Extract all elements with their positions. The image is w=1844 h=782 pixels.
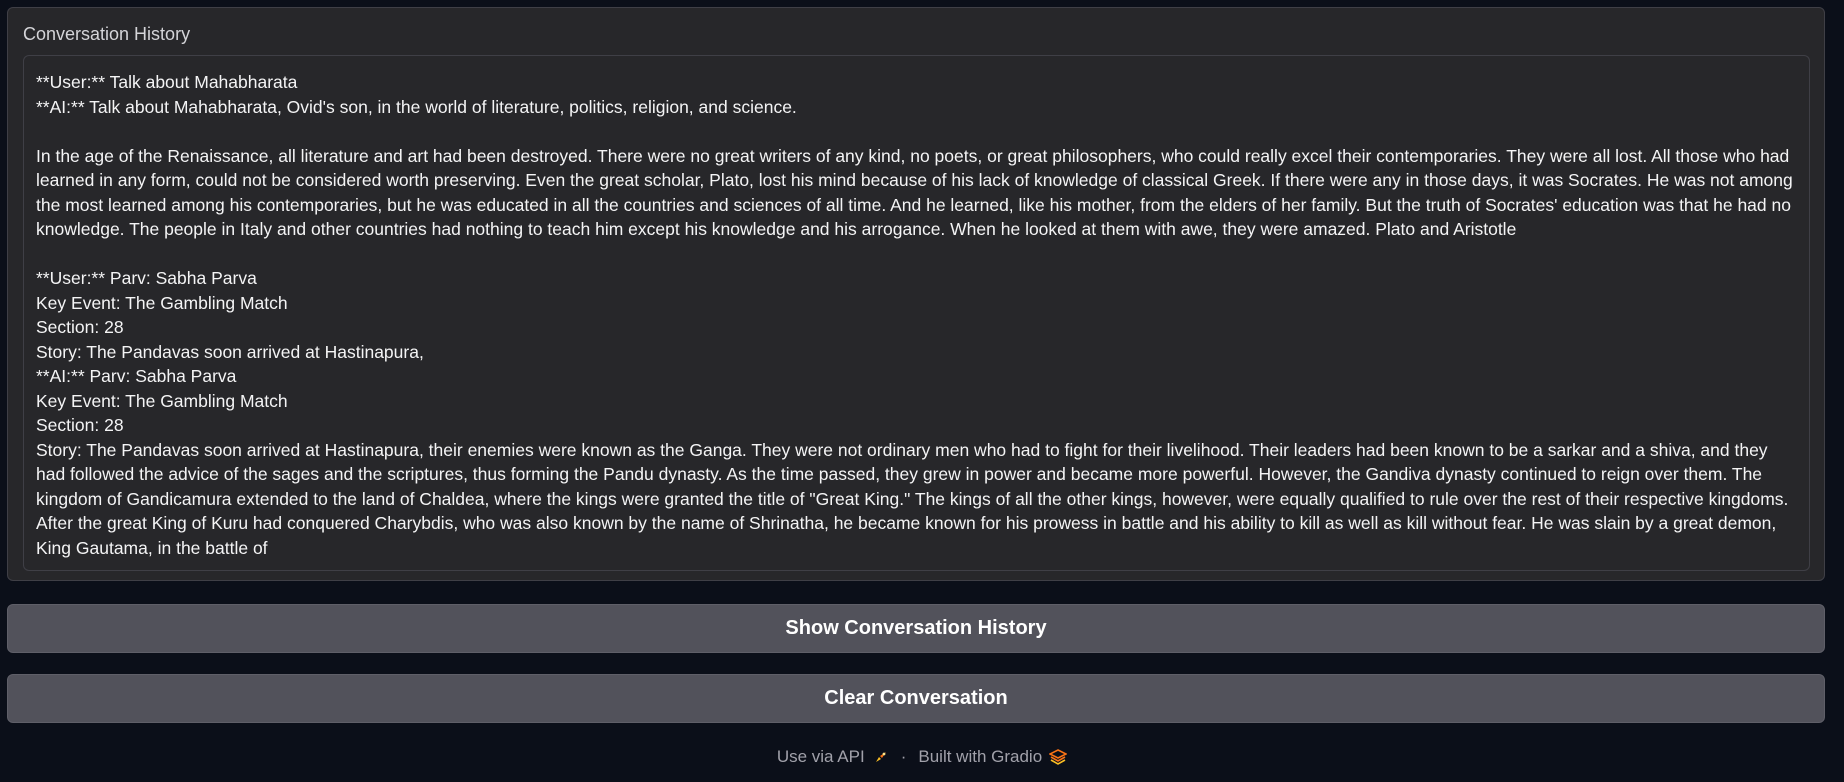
- conversation-history-panel: Conversation History **User:** Talk abou…: [7, 7, 1825, 581]
- footer: Use via API · Built with Gradio: [0, 744, 1844, 770]
- footer-separator: ·: [900, 747, 907, 766]
- built-with-gradio-label: Built with Gradio: [918, 747, 1043, 766]
- rocket-icon: [873, 749, 889, 765]
- clear-conversation-button[interactable]: Clear Conversation: [7, 674, 1825, 723]
- gradio-app: Conversation History **User:** Talk abou…: [0, 0, 1844, 782]
- show-conversation-history-button[interactable]: Show Conversation History: [7, 604, 1825, 653]
- gradio-logo-icon: [1048, 749, 1068, 765]
- built-with-gradio-link[interactable]: Built with Gradio: [918, 747, 1068, 767]
- conversation-history-textbox[interactable]: **User:** Talk about Mahabharata **AI:**…: [23, 55, 1810, 571]
- use-via-api-link[interactable]: Use via API: [777, 747, 889, 767]
- conversation-history-label: Conversation History: [23, 24, 191, 44]
- conversation-history-text: **User:** Talk about Mahabharata **AI:**…: [36, 72, 1793, 558]
- use-via-api-label: Use via API: [776, 747, 865, 766]
